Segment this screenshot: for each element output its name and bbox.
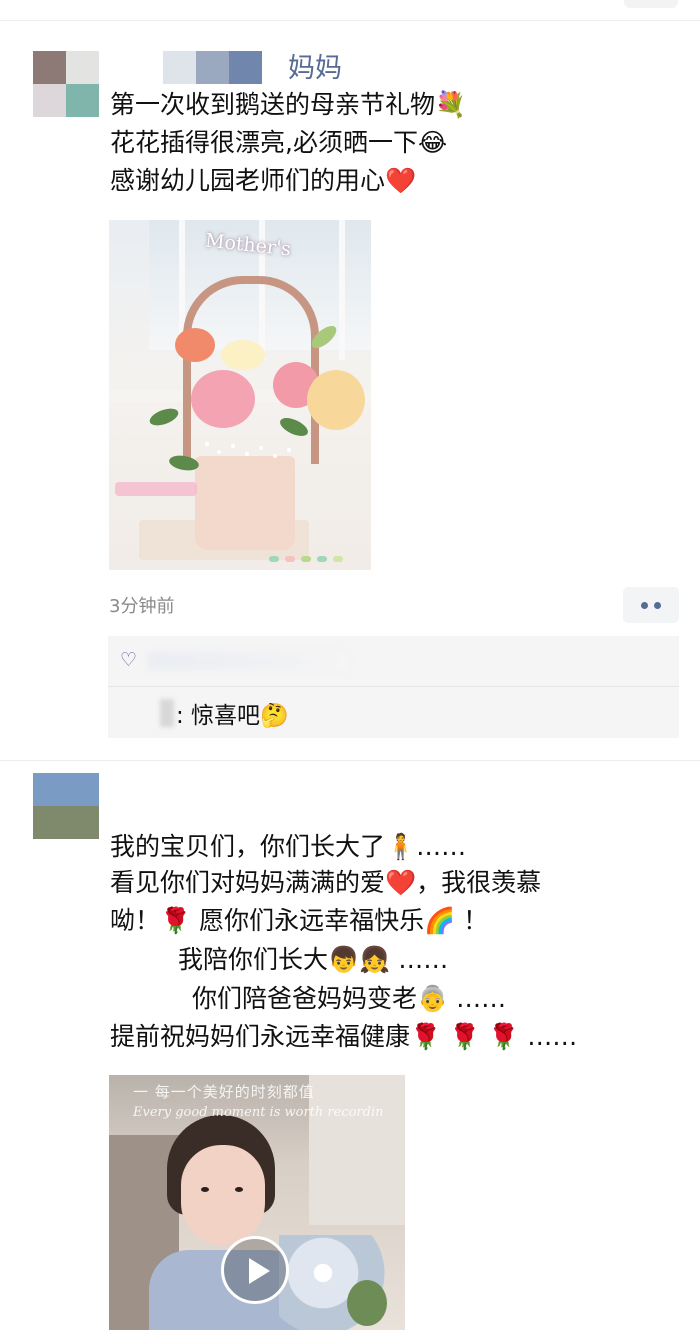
photo-sticker xyxy=(115,482,197,496)
comment-item[interactable]: : 惊喜吧🤔 xyxy=(108,687,679,738)
babys-breath xyxy=(205,442,209,446)
likes-names-mosaic xyxy=(148,652,348,670)
play-button[interactable] xyxy=(221,1236,289,1304)
top-divider xyxy=(0,20,700,21)
previous-post-more-button[interactable] xyxy=(624,0,678,8)
more-dot-icon xyxy=(641,602,648,609)
comments-panel: ♡ : 惊喜吧🤔 xyxy=(108,636,679,738)
pink-carnation xyxy=(191,370,255,428)
post-photo[interactable]: Mother's xyxy=(109,220,371,570)
post-text-line: 提前祝妈妈们永远幸福健康🌹 🌹 🌹 …… xyxy=(110,1022,578,1051)
author-name-mosaic xyxy=(163,51,263,84)
post-text-line: 呦！🌹 愿你们永远幸福快乐🌈 ！ xyxy=(110,906,489,935)
white-flowers xyxy=(221,340,265,370)
play-icon xyxy=(249,1258,270,1284)
child-eye xyxy=(201,1187,209,1192)
comment-text: : 惊喜吧🤔 xyxy=(176,703,289,729)
photo-decoration xyxy=(317,556,327,562)
video-leaf xyxy=(347,1280,387,1326)
yellow-rose xyxy=(307,370,365,430)
video-window xyxy=(309,1075,405,1225)
babys-breath xyxy=(245,452,249,456)
orange-carnation xyxy=(175,328,215,362)
flower-basket xyxy=(195,456,295,550)
post-text-line: 我的宝贝们，你们长大了🧍…… xyxy=(110,832,467,861)
photo-window-bar xyxy=(339,220,345,360)
author-name[interactable]: 妈妈 xyxy=(288,46,342,85)
photo-decoration xyxy=(301,556,311,562)
post-text-line: 我陪你们长大👦👧 …… xyxy=(178,945,449,974)
post-text-line: 感谢幼儿园老师们的用心❤️ xyxy=(110,166,417,195)
avatar[interactable] xyxy=(33,51,99,117)
video-caption-cn: 一 每一个美好的时刻都值 xyxy=(133,1083,315,1101)
babys-breath xyxy=(287,448,291,452)
photo-decoration xyxy=(285,556,295,562)
avatar[interactable] xyxy=(33,773,99,839)
child-face xyxy=(181,1145,265,1245)
babys-breath xyxy=(217,450,221,454)
photo-decoration xyxy=(333,556,343,562)
post-text-line: 你们陪爸爸妈妈变老👵 …… xyxy=(192,984,507,1013)
post-timestamp: 3分钟前 xyxy=(109,596,175,617)
post-text-line: 看见你们对妈妈满满的爱❤️，我很羡慕 xyxy=(110,868,542,897)
photo-decoration xyxy=(269,556,279,562)
babys-breath xyxy=(273,454,277,458)
post-divider xyxy=(0,760,700,761)
babys-breath xyxy=(231,444,235,448)
commenter-name-mosaic xyxy=(160,699,174,727)
post-text: 第一次收到鹅送的母亲节礼物💐 花花插得很漂亮,必须晒一下😂 感谢幼儿园老师们的用… xyxy=(110,86,466,200)
post-text-line: 第一次收到鹅送的母亲节礼物💐 xyxy=(110,90,467,119)
child-eye xyxy=(235,1187,243,1192)
more-actions-button[interactable] xyxy=(623,587,679,623)
leaf xyxy=(147,405,181,429)
heart-outline-icon: ♡ xyxy=(120,649,138,671)
post-text-line: 花花插得很漂亮,必须晒一下😂 xyxy=(110,128,448,157)
babys-breath xyxy=(259,446,263,450)
more-dot-icon xyxy=(654,602,661,609)
likes-row: ♡ xyxy=(108,636,679,686)
post-video[interactable]: 一 每一个美好的时刻都值 Every good moment is worth … xyxy=(109,1075,405,1330)
video-caption-en: Every good moment is worth recordin xyxy=(133,1105,384,1120)
